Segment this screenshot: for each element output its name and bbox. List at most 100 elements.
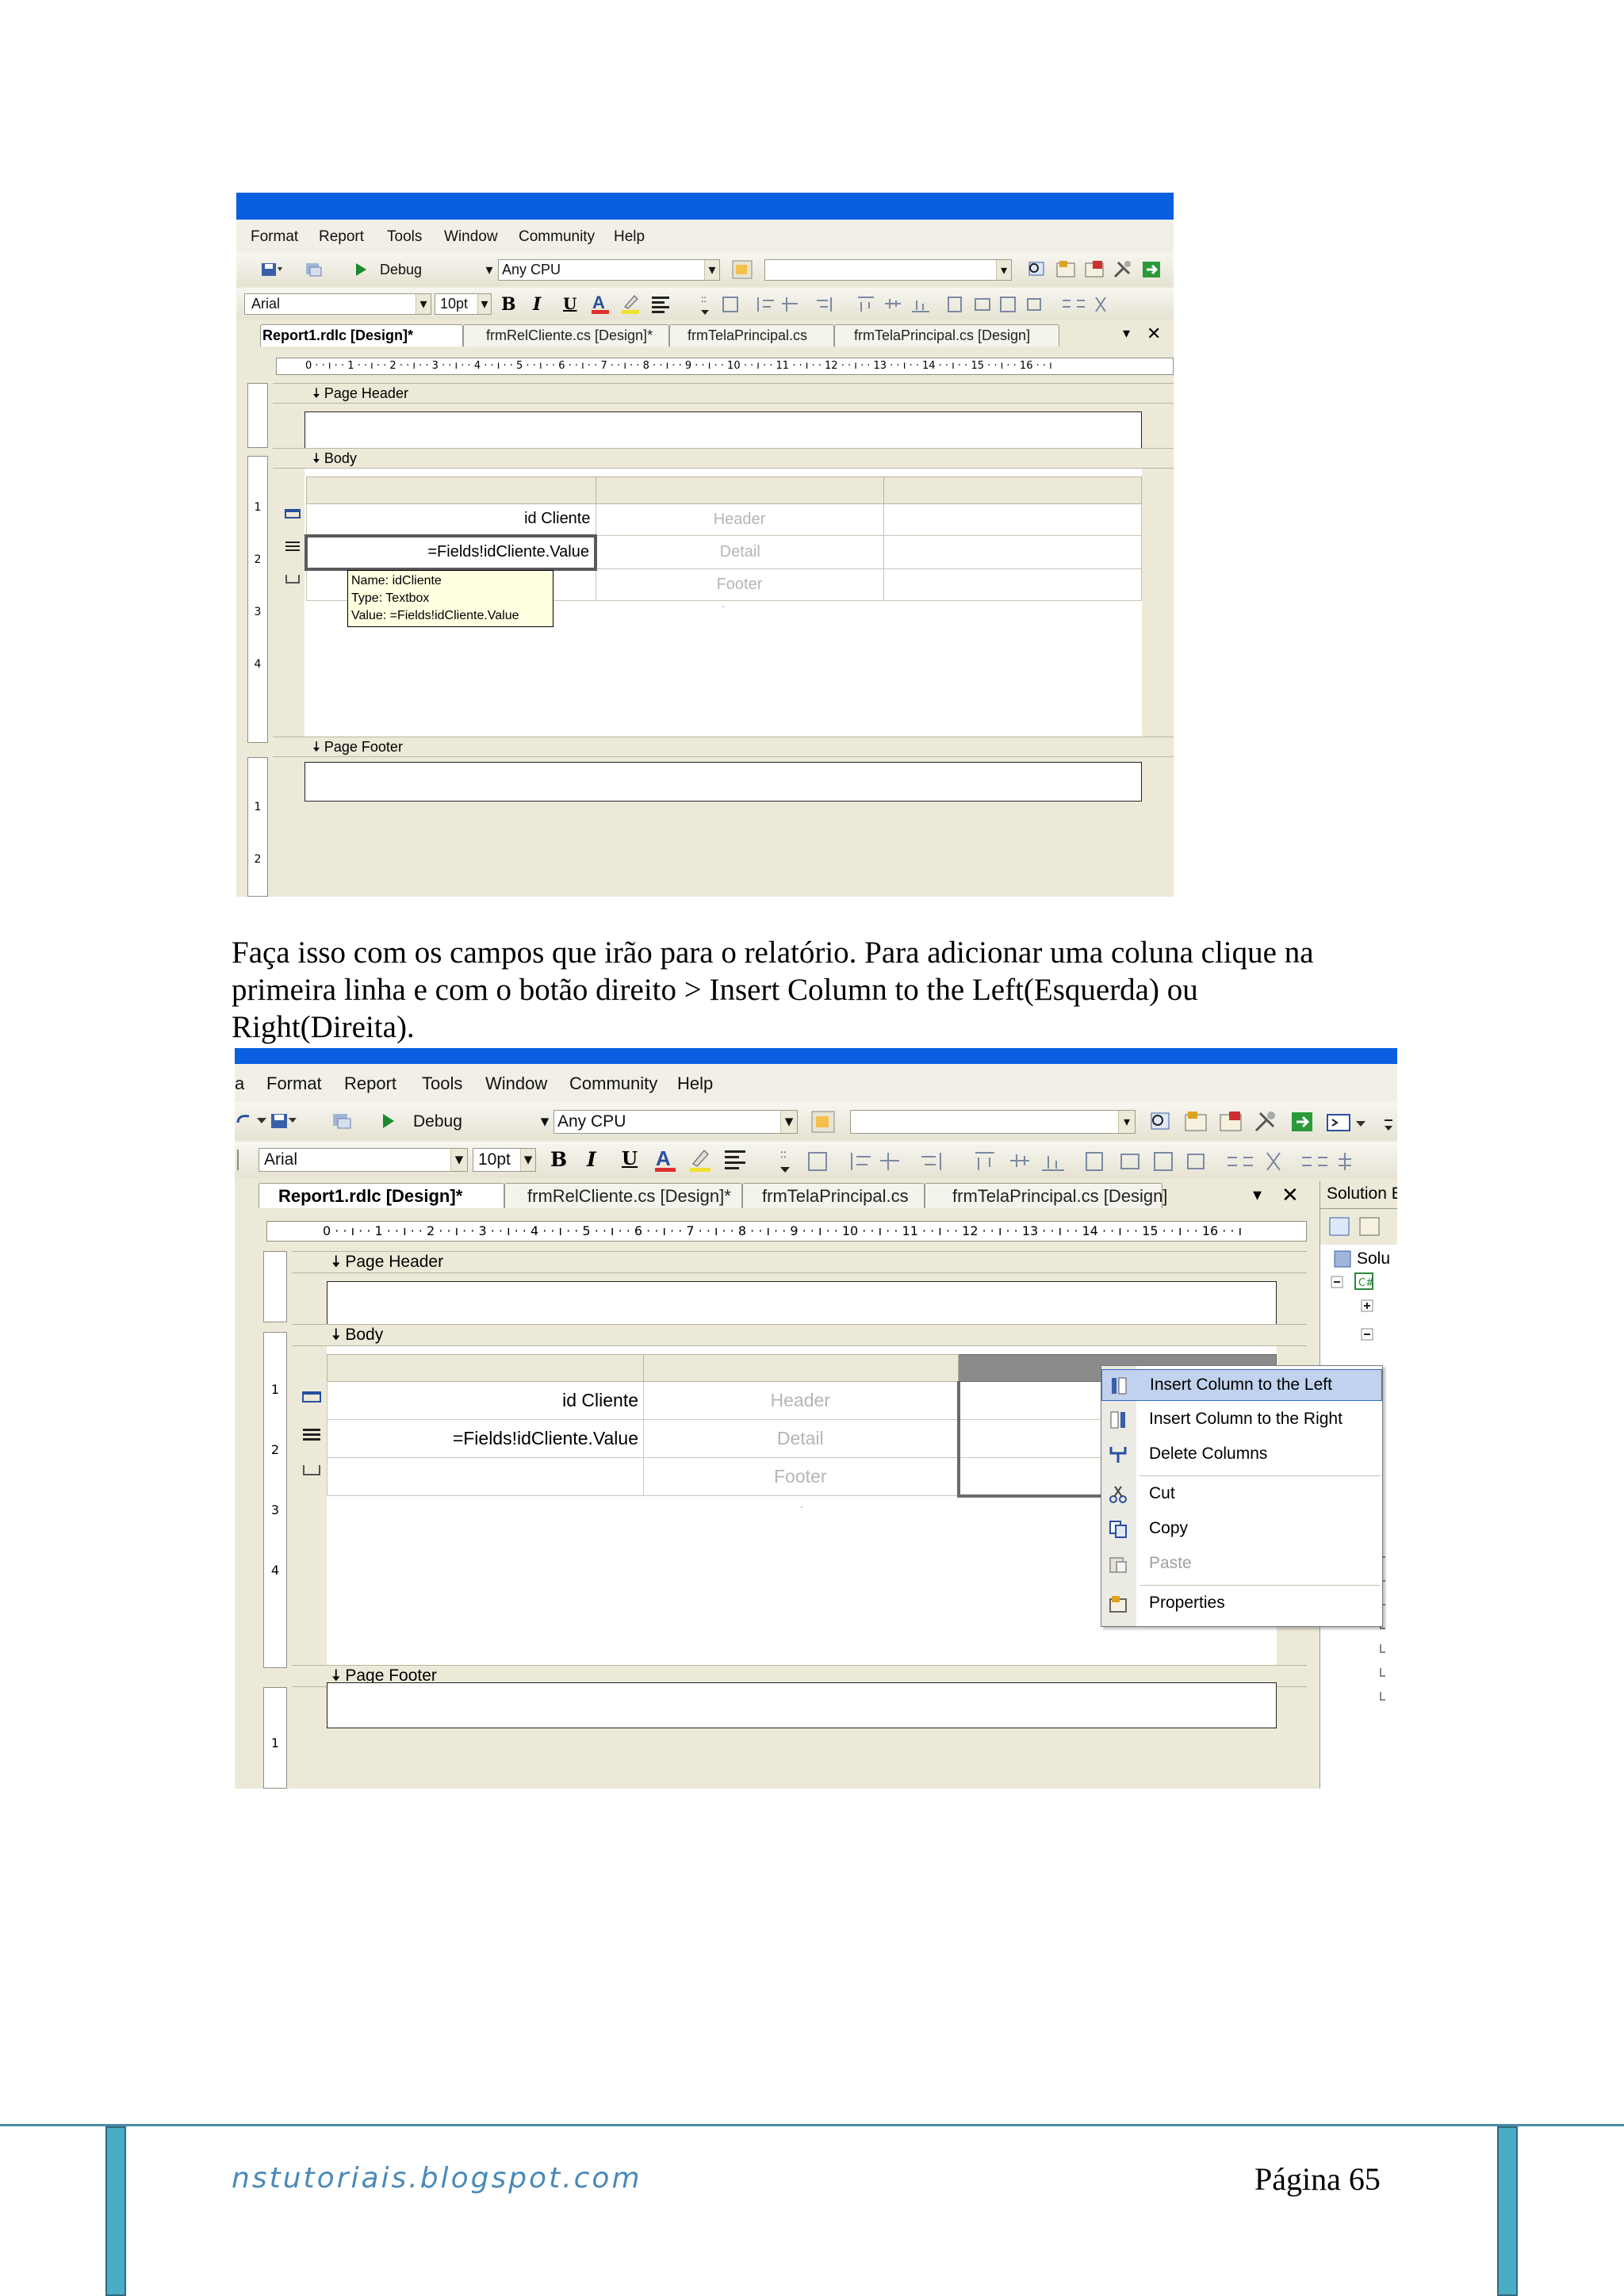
chevron-down-icon[interactable]: ▾ [483, 260, 496, 280]
solution-platform-select[interactable]: Any CPU ▾ [553, 1110, 798, 1134]
tab-list-icon[interactable]: ▾ [1253, 1184, 1262, 1205]
table-cell[interactable]: Detail [643, 1419, 959, 1458]
toolbar-overflow-icon[interactable] [1383, 1115, 1396, 1135]
tab-frmtelaprincipal-design[interactable]: frmTelaPrincipal.cs [Design] [925, 1183, 1167, 1208]
navigate-icon[interactable] [304, 261, 324, 278]
tab-report1-design[interactable]: Report1.rdlc [Design]* [260, 324, 463, 346]
menu-window[interactable]: Window [485, 1073, 547, 1094]
tab-frmtelaprincipal-cs[interactable]: frmTelaPrincipal.cs [742, 1183, 925, 1208]
find-combo[interactable]: ▾ [764, 259, 1012, 281]
close-icon[interactable]: ✕ [1147, 323, 1161, 344]
object-browser-icon[interactable] [1083, 259, 1105, 280]
menu-window[interactable]: Window [444, 228, 498, 246]
column-handle[interactable] [305, 476, 596, 504]
start-debug-icon[interactable] [381, 1112, 396, 1131]
table-cell[interactable]: =Fields!idCliente.Value [327, 1419, 644, 1458]
find-icon[interactable] [1148, 1110, 1174, 1134]
menu-help[interactable]: Help [614, 228, 645, 246]
menu-help[interactable]: Help [677, 1073, 713, 1094]
cut-item[interactable]: Cut [1101, 1479, 1382, 1510]
collapse-icon[interactable] [1330, 1275, 1344, 1289]
save-all-icon[interactable] [260, 261, 282, 278]
start-page-icon[interactable] [1140, 259, 1162, 280]
find-combo[interactable]: ▾ [850, 1110, 1136, 1134]
chevron-down-icon[interactable]: ▾ [996, 260, 1011, 280]
menu-community[interactable]: Community [519, 228, 595, 246]
copy-item[interactable]: Copy [1101, 1513, 1382, 1545]
table-cell[interactable] [883, 568, 1142, 601]
table-cell[interactable]: id Cliente [305, 503, 596, 536]
properties-window-icon[interactable] [1055, 259, 1077, 280]
solution-explorer-toolbar-icons[interactable] [1328, 1215, 1397, 1240]
chevron-down-icon[interactable]: ▾ [450, 1149, 467, 1171]
body-section-bar[interactable]: 🠇 Body [292, 1324, 1307, 1346]
start-debug-icon[interactable] [354, 261, 368, 278]
column-handle[interactable] [643, 1354, 959, 1382]
column-handle[interactable] [327, 1354, 644, 1382]
chevron-down-icon[interactable]: ▾ [520, 1149, 535, 1171]
underline-icon[interactable]: U [622, 1148, 638, 1169]
table-cell[interactable]: id Cliente [327, 1381, 644, 1420]
page-footer-area[interactable] [327, 1682, 1277, 1728]
layout-toolbar-icons[interactable] [802, 1150, 1397, 1173]
bold-icon[interactable]: B [501, 294, 516, 315]
italic-icon[interactable]: I [533, 294, 541, 315]
font-size-select[interactable]: 10pt ▾ [473, 1148, 536, 1172]
navigate-icon[interactable] [331, 1112, 354, 1131]
tab-list-icon[interactable]: ▾ [1123, 325, 1130, 342]
column-handle[interactable] [883, 476, 1142, 504]
expand-icon[interactable] [1360, 1299, 1374, 1313]
solution-platform-select[interactable]: Any CPU ▾ [498, 259, 720, 281]
chevron-down-icon[interactable]: ▾ [477, 294, 491, 314]
layout-toolbar-icons[interactable] [718, 294, 1170, 315]
find-in-files-icon[interactable] [810, 1110, 836, 1134]
toolbar-overflow-icon[interactable]: :: [779, 1146, 791, 1175]
menu-format[interactable]: Format [251, 228, 298, 246]
underline-icon[interactable]: U [563, 294, 576, 313]
paste-item[interactable]: Paste [1101, 1548, 1382, 1580]
background-color-icon[interactable] [620, 293, 641, 315]
object-browser-icon[interactable] [1218, 1110, 1243, 1134]
tab-report1-design[interactable]: Report1.rdlc [Design]* [259, 1183, 504, 1208]
font-family-select[interactable]: Arial ▾ [244, 293, 431, 315]
tab-frmtelaprincipal-design[interactable]: frmTelaPrincipal.cs [Design] [834, 324, 1059, 346]
chevron-down-icon[interactable]: ▾ [416, 294, 431, 314]
table-column-header-row[interactable] [305, 476, 1142, 504]
menu-partial[interactable]: a [235, 1073, 244, 1094]
find-icon[interactable] [1026, 259, 1048, 280]
table-cell[interactable] [883, 535, 1142, 569]
page-header-section-bar[interactable]: 🠇 Page Header [292, 1251, 1307, 1273]
page-header-area[interactable] [304, 411, 1142, 450]
bold-icon[interactable]: B [550, 1148, 567, 1171]
menu-report[interactable]: Report [319, 228, 364, 246]
tab-frmrelcliente-design[interactable]: frmRelCliente.cs [Design]* [463, 324, 669, 346]
page-footer-section-bar[interactable]: 🠇 Page Footer [273, 737, 1174, 757]
insert-column-left-item[interactable]: Insert Column to the Left [1101, 1369, 1382, 1401]
column-handle[interactable] [595, 476, 884, 504]
table-cell[interactable]: Header [643, 1381, 959, 1420]
tab-frmrelcliente-design[interactable]: frmRelCliente.cs [Design]* [504, 1183, 742, 1208]
font-color-icon[interactable]: A [653, 1146, 677, 1173]
table-cell[interactable] [883, 503, 1142, 536]
solution-configuration-select[interactable]: Debug ▾ [376, 259, 496, 281]
toolbar-overflow-icon[interactable]: :: [699, 293, 710, 316]
font-color-icon[interactable]: A [590, 293, 611, 315]
start-page-icon[interactable] [1289, 1110, 1315, 1134]
chevron-down-icon[interactable]: ▾ [1118, 1111, 1135, 1133]
table-cell[interactable]: Footer [643, 1457, 959, 1496]
menu-community[interactable]: Community [569, 1073, 657, 1094]
menu-format[interactable]: Format [266, 1073, 322, 1094]
table-row[interactable]: =Fields!idCliente.Value Detail [304, 534, 1142, 571]
solution-icon[interactable] [1331, 1248, 1355, 1272]
table-row[interactable]: id Cliente Header [305, 503, 1142, 536]
solution-configuration-select[interactable]: Debug ▾ [409, 1110, 552, 1134]
chevron-down-icon[interactable]: ▾ [704, 260, 719, 280]
toolbox-icon[interactable] [1253, 1110, 1278, 1134]
menu-tools[interactable]: Tools [387, 228, 422, 246]
menu-tools[interactable]: Tools [422, 1073, 462, 1094]
close-icon[interactable]: ✕ [1281, 1183, 1299, 1207]
table-cell[interactable]: Detail [595, 535, 884, 569]
body-section-bar[interactable]: 🠇 Body [273, 448, 1174, 469]
collapse-icon[interactable] [1360, 1327, 1374, 1341]
table-cell[interactable]: Footer [595, 568, 884, 601]
